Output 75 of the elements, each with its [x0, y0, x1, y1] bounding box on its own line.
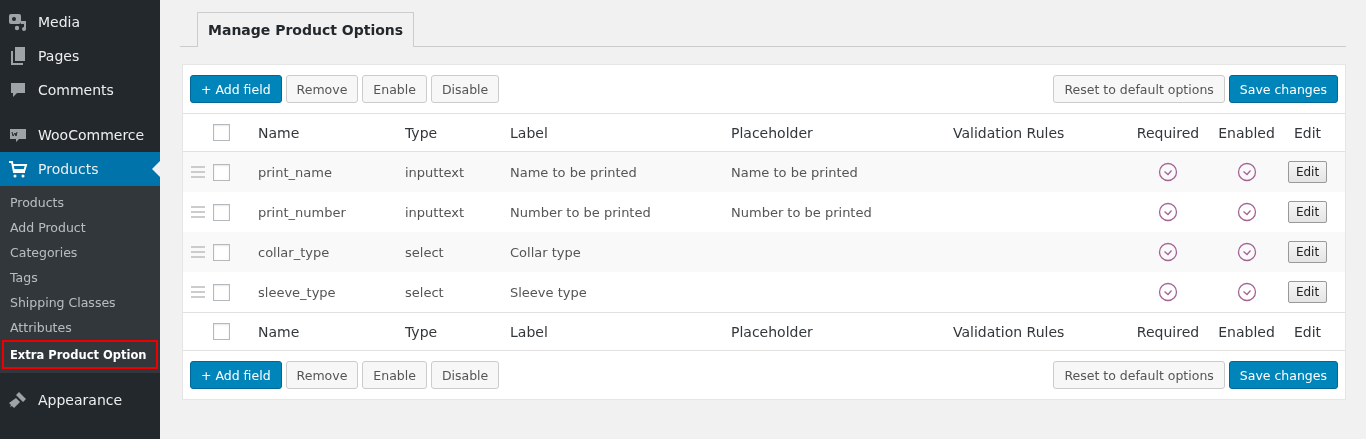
column-header: Label [510, 323, 548, 340]
column-header: Enabled [1218, 124, 1275, 141]
submenu-item[interactable]: Extra Product Option [4, 342, 156, 367]
table-cell: inputtext [405, 204, 465, 220]
column-header: Type [405, 124, 438, 141]
checkbox[interactable] [213, 243, 230, 261]
media-icon [8, 12, 28, 32]
table-cell: select [405, 284, 444, 300]
reset-button[interactable]: Reset to default options [1053, 75, 1225, 103]
column-header: Edit [1293, 124, 1322, 141]
column-header: Name [258, 323, 300, 340]
drag-handle-icon[interactable] [191, 166, 205, 178]
table-cell: Name to be printed [510, 164, 637, 180]
submenu-item[interactable]: Products [4, 190, 156, 215]
reset-button[interactable]: Reset to default options [1053, 361, 1225, 389]
table-cell: print_number [258, 204, 346, 220]
toolbar-button[interactable]: Remove [285, 75, 359, 103]
add-field-button[interactable]: + Add field [190, 361, 282, 389]
drag-handle-icon[interactable] [191, 206, 205, 218]
column-header: Required [1136, 323, 1200, 340]
table-cell: select [405, 244, 444, 260]
column-header: Validation Rules [953, 323, 1065, 340]
table-cell: collar_type [258, 244, 330, 260]
pages-icon [8, 46, 28, 66]
table-cell: Collar type [510, 244, 581, 260]
submenu-item[interactable]: Tags [4, 265, 156, 290]
table-cell: Number to be printed [731, 204, 872, 220]
tab[interactable]: Manage Product Options [197, 12, 415, 47]
brush-icon [8, 390, 28, 410]
checkbox[interactable] [213, 283, 230, 301]
column-header: Enabled [1218, 323, 1275, 340]
submenu-item[interactable]: Add Product [4, 215, 156, 240]
toolbar-button[interactable]: Enable [362, 361, 427, 389]
table-cell: Name to be printed [731, 164, 858, 180]
add-field-button[interactable]: + Add field [190, 75, 282, 103]
edit-button[interactable]: Edit [1287, 281, 1328, 303]
edit-button[interactable]: Edit [1287, 201, 1328, 223]
drag-handle-icon[interactable] [191, 286, 205, 298]
submenu-item[interactable]: Shipping Classes [4, 290, 156, 315]
column-header: Name [258, 124, 300, 141]
table-cell: Number to be printed [510, 204, 651, 220]
column-header: Required [1136, 124, 1200, 141]
toolbar-button[interactable]: Disable [430, 75, 500, 103]
column-header: Label [510, 124, 548, 141]
column-header: Placeholder [731, 124, 813, 141]
table-cell: inputtext [405, 164, 465, 180]
menu-item[interactable]: Products [0, 152, 160, 186]
save-button[interactable]: Save changes [1228, 75, 1338, 103]
drag-handle-icon[interactable] [191, 246, 205, 258]
table-cell: print_name [258, 164, 332, 180]
menu-item[interactable]: Appearance [0, 383, 160, 417]
column-header: Edit [1293, 323, 1322, 340]
table-cell: Sleeve type [510, 284, 587, 300]
cart-icon [8, 159, 28, 179]
toolbar-button[interactable]: Remove [285, 361, 359, 389]
column-header: Placeholder [731, 323, 813, 340]
column-header: Validation Rules [953, 124, 1065, 141]
comment-icon [8, 80, 28, 100]
checkbox[interactable] [213, 163, 230, 181]
submenu-item[interactable]: Categories [4, 240, 156, 265]
toolbar-button[interactable]: Disable [430, 361, 500, 389]
column-header: Type [405, 323, 438, 340]
menu-item[interactable]: WooCommerce [0, 118, 160, 152]
submenu-item[interactable]: Attributes [4, 315, 156, 340]
table-cell: sleeve_type [258, 284, 336, 300]
edit-button[interactable]: Edit [1287, 241, 1328, 263]
checkbox[interactable] [213, 203, 230, 221]
save-button[interactable]: Save changes [1228, 361, 1338, 389]
menu-item[interactable]: Pages [0, 39, 160, 73]
checkbox[interactable] [213, 323, 230, 340]
toolbar-button[interactable]: Enable [362, 75, 427, 103]
checkbox[interactable] [213, 124, 230, 141]
menu-item[interactable]: Comments [0, 73, 160, 107]
edit-button[interactable]: Edit [1287, 161, 1328, 183]
menu-item[interactable]: Media [0, 5, 160, 39]
